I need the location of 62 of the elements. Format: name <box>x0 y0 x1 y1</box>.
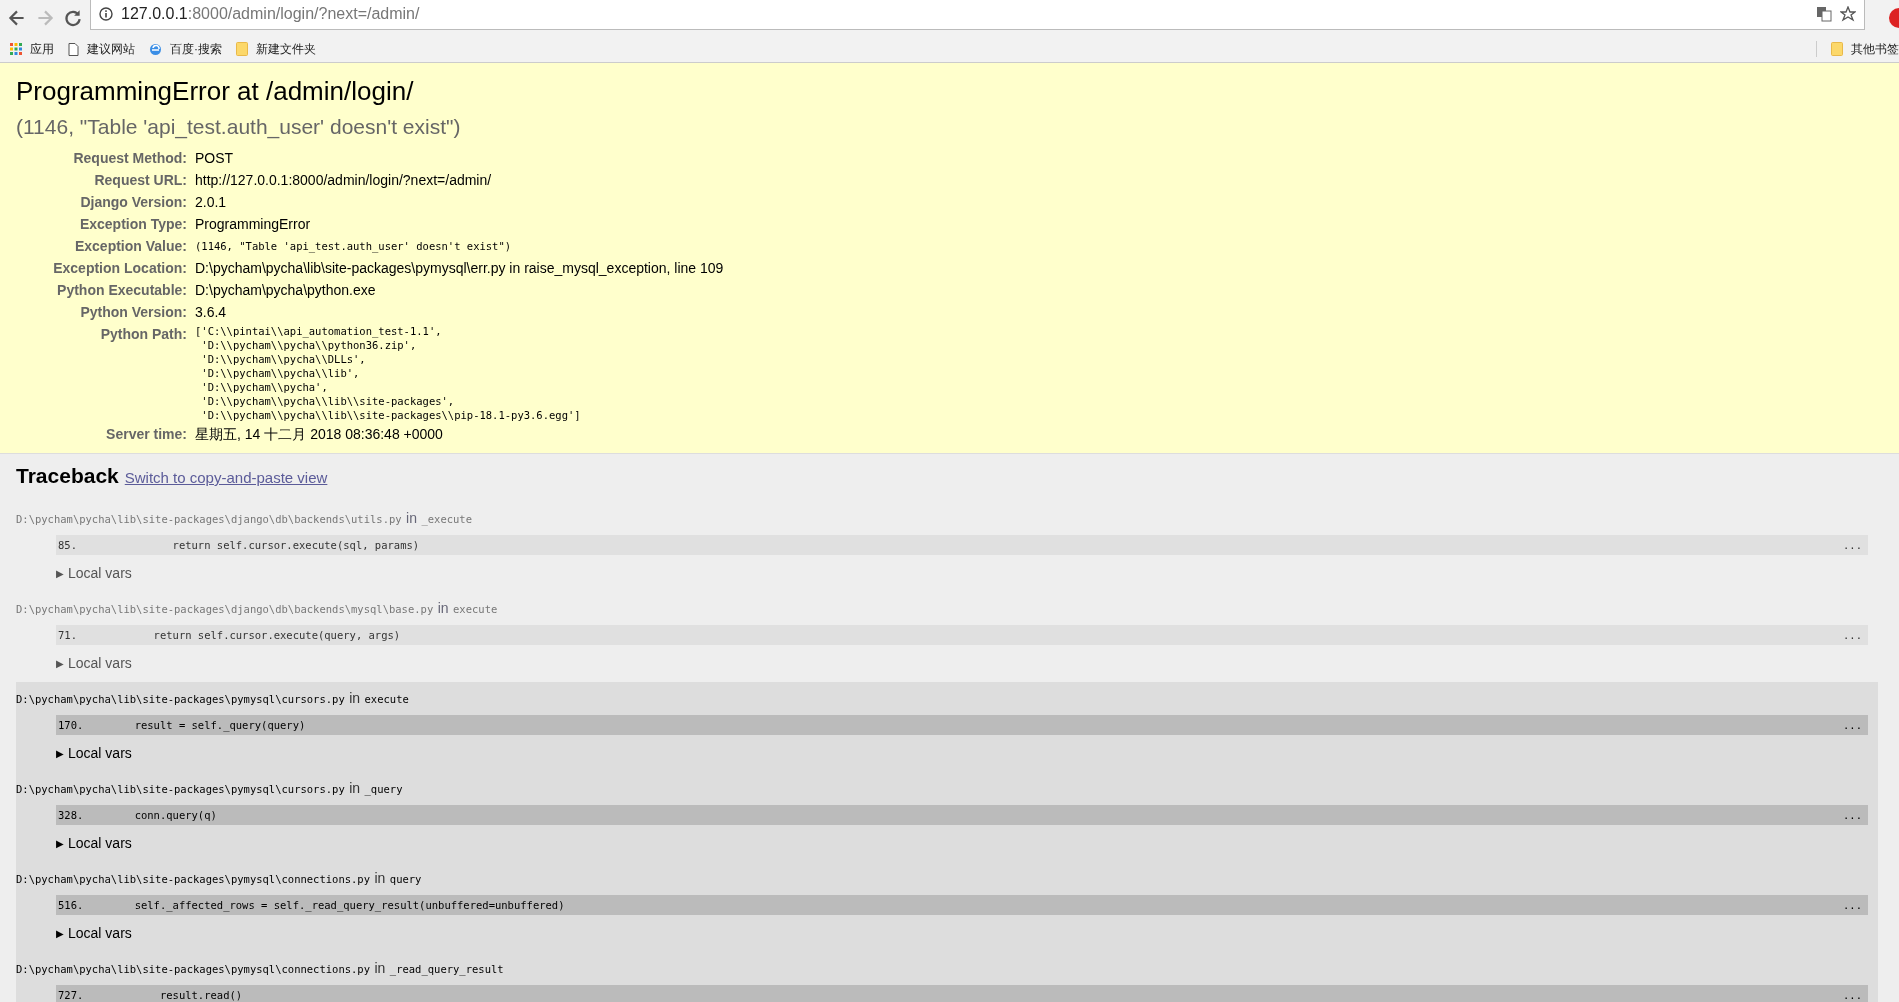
file-path: D:\pycham\pycha\lib\site-packages\pymysql\cursors.py <box>16 693 345 705</box>
in-label: in <box>374 960 386 976</box>
meta-value: (1146, "Table 'api_test.auth_user' doesn't exist") <box>194 239 513 255</box>
translate-icon[interactable] <box>1816 5 1832 22</box>
meta-label: Server time: <box>105 425 188 444</box>
folder-icon <box>236 42 248 56</box>
meta-label: Exception Type: <box>78 215 188 234</box>
meta-label: Request URL: <box>93 171 188 190</box>
copy-paste-view-link[interactable]: Switch to copy-and-paste view <box>124 469 328 486</box>
in-label: in <box>437 600 449 616</box>
meta-label: Exception Location: <box>52 259 188 278</box>
in-label: in <box>349 690 361 706</box>
local-vars-toggle[interactable]: ▶ Local vars <box>56 655 1878 671</box>
meta-value: ProgrammingError <box>194 215 312 234</box>
file-path: D:\pycham\pycha\lib\site-packages\pymysql\connections.py <box>16 873 370 885</box>
meta-value: 3.6.4 <box>194 303 228 322</box>
file-path: D:\pycham\pycha\lib\site-packages\pymysql\connections.py <box>16 963 370 975</box>
folder-icon <box>1831 42 1843 56</box>
bookmark-item[interactable]: 新建文件夹 <box>256 40 316 58</box>
local-vars-toggle[interactable]: ▶ Local vars <box>56 835 1878 851</box>
function-name: _query <box>364 783 403 795</box>
function-name: query <box>389 873 422 885</box>
reload-icon[interactable] <box>62 7 84 29</box>
bookmark-item[interactable]: 百度·搜索 <box>170 40 222 58</box>
in-label: in <box>406 510 417 526</box>
function-name: execute <box>364 693 409 705</box>
meta-value: D:\pycham\pycha\python.exe <box>194 281 377 300</box>
meta-value: 星期五, 14 十二月 2018 08:36:48 +0000 <box>194 425 444 444</box>
in-label: in <box>349 780 361 796</box>
page-icon <box>68 42 79 56</box>
bookmark-item[interactable]: 应用 <box>30 40 54 58</box>
file-path: D:\pycham\pycha\lib\site-packages\django\db\backends\utils.py <box>16 513 402 525</box>
local-vars-toggle[interactable]: ▶ Local vars <box>56 925 1878 941</box>
bookmark-item[interactable]: 建议网站 <box>87 40 135 58</box>
meta-label: Request Method: <box>72 149 188 168</box>
bookmark-item[interactable]: 其他书签 <box>1851 40 1899 58</box>
meta-value: 2.0.1 <box>194 193 228 212</box>
function-name: _read_query_result <box>389 963 504 975</box>
meta-value: ['C:\\pintai\\api_automation_test-1.1', 'D:\\pycham\\pycha\\python36.zip', 'D:\\pycham\\pycha\\DLLs', 'D:\\pycham\\pycha\\lib', 'D:\\pycham\\pycha', 'D:\\pycham\\pycha\\lib\\site-packages', 'D:\\pycham\\pycha\\lib\\site-packages\\pip-18.1-py3.6.egg'] <box>194 324 582 423</box>
apps-grid-icon[interactable] <box>10 43 22 55</box>
info-icon[interactable] <box>99 6 113 21</box>
local-vars-toggle[interactable]: ▶ Local vars <box>56 745 1878 761</box>
meta-value: D:\pycham\pycha\lib\site-packages\pymysql\err.py in raise_mysql_exception, line 109 <box>194 259 725 278</box>
meta-label: Exception Value: <box>73 237 188 256</box>
in-label: in <box>374 870 386 886</box>
traceback-heading: Traceback <box>16 464 119 488</box>
address-bar[interactable]: 127.0.0.1:8000/admin/login/?next=/admin/ <box>90 0 1865 30</box>
meta-value: http://127.0.0.1:8000/admin/login/?next=/admin/ <box>194 171 493 190</box>
meta-label: Python Version: <box>79 303 188 322</box>
function-name: _execute <box>421 513 472 525</box>
error-message: (1146, "Table 'api_test.auth_user' doesn't exist") <box>16 115 462 139</box>
star-icon[interactable] <box>1840 5 1856 22</box>
meta-value: POST <box>194 149 235 168</box>
file-path: D:\pycham\pycha\lib\site-packages\django\db\backends\mysql\base.py <box>16 603 434 615</box>
local-vars-toggle[interactable]: ▶ Local vars <box>56 565 1878 581</box>
function-name: execute <box>453 603 498 615</box>
file-path: D:\pycham\pycha\lib\site-packages\pymysql\cursors.py <box>16 783 345 795</box>
error-title: ProgrammingError at /admin/login/ <box>16 75 415 108</box>
meta-label: Python Executable: <box>56 281 188 300</box>
meta-label: Python Path: <box>99 325 188 344</box>
globe-icon <box>149 42 162 56</box>
meta-label: Django Version: <box>79 193 188 212</box>
